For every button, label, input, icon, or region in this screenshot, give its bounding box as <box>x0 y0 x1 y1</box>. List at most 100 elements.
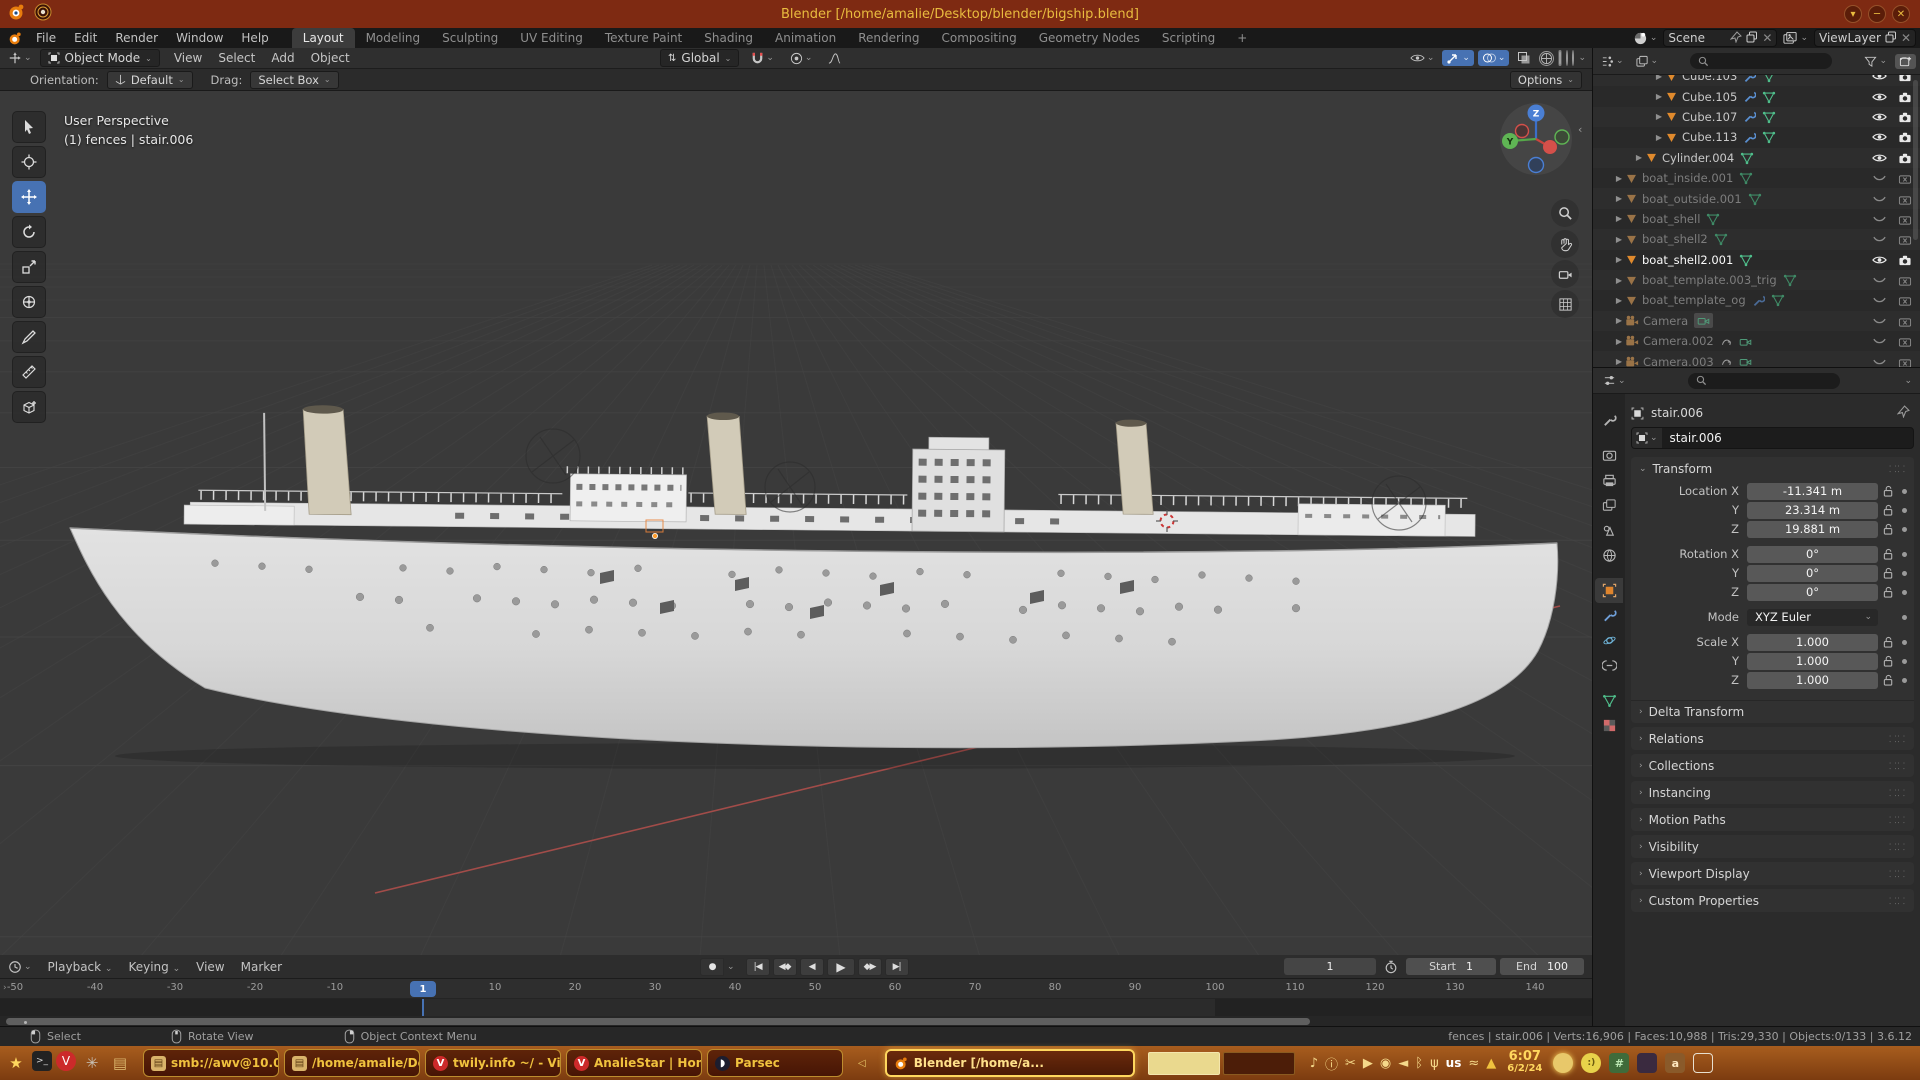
panel-drag-handle[interactable]: ⸬⸬ <box>1889 813 1906 826</box>
properties-tab-object[interactable] <box>1595 578 1623 603</box>
workspace-tab-scripting[interactable]: Scripting <box>1151 28 1226 48</box>
hidden-eye-icon[interactable] <box>1872 315 1887 327</box>
outliner-item-Camera.002[interactable]: ▶Camera.002 <box>1593 331 1920 351</box>
hidden-eye-icon[interactable] <box>1872 274 1887 286</box>
animate-dot[interactable] <box>1898 678 1910 683</box>
animate-dot[interactable] <box>1898 615 1910 620</box>
outliner-item-Cube.105[interactable]: ▶Cube.105 <box>1593 86 1920 106</box>
viewport-menu-object[interactable]: Object <box>303 51 358 65</box>
render-visibility-icon[interactable] <box>1898 111 1912 123</box>
taskbar-task-files[interactable]: ▤/home/amalie/Des... <box>284 1049 420 1077</box>
lock-icon[interactable] <box>1878 586 1898 598</box>
workspace-tab-compositing[interactable]: Compositing <box>930 28 1027 48</box>
render-visibility-icon[interactable] <box>1898 254 1912 266</box>
scene-selector[interactable]: Scene ✕ <box>1663 29 1777 47</box>
visibility-eye-icon[interactable] <box>1872 254 1887 266</box>
hidden-eye-icon[interactable] <box>1872 213 1887 225</box>
panel-header-custom-properties[interactable]: ›Custom Properties⸬⸬ <box>1631 889 1914 912</box>
timeline-ruler[interactable]: › 1 -50-40-30-20-10102030405060708090100… <box>0 979 1592 999</box>
next-keyframe-button[interactable]: ◆▶ <box>858 958 882 976</box>
animate-dot[interactable] <box>1898 571 1910 576</box>
scene-shader-icon[interactable]: ⌄ <box>1633 29 1658 47</box>
outliner-item-Cylinder.004[interactable]: ▶Cylinder.004 <box>1593 148 1920 168</box>
panel-drag-handle[interactable]: ⸬⸬ <box>1889 894 1906 907</box>
lock-icon[interactable] <box>1878 636 1898 648</box>
properties-tab-texture[interactable] <box>1595 713 1623 738</box>
panel-header-visibility[interactable]: ›Visibility⸬⸬ <box>1631 835 1914 858</box>
viewport-canvas[interactable]: User Perspective (1) fences | stair.006 … <box>0 91 1592 955</box>
properties-tab-physics[interactable] <box>1595 628 1623 653</box>
render-visibility-icon[interactable] <box>1898 213 1912 225</box>
delta-transform-panel-header[interactable]: › Delta Transform <box>1631 700 1914 723</box>
viewport-menu-select[interactable]: Select <box>210 51 263 65</box>
animate-dot[interactable] <box>1898 552 1910 557</box>
mode-dropdown-field[interactable]: XYZ Euler⌄ <box>1747 609 1878 626</box>
tool-measure-button[interactable] <box>12 356 46 388</box>
value-field[interactable]: 0° <box>1747 546 1878 563</box>
taskbar-task-vivaldi[interactable]: Vtwily.info ~/ - Vivaldi <box>425 1049 561 1077</box>
render-visibility-icon[interactable] <box>1898 152 1912 164</box>
tool-cursor-button[interactable] <box>12 146 46 178</box>
taskbar-task-parsec[interactable]: ◗Parsec <box>707 1049 843 1077</box>
transform-orientation-dropdown[interactable]: ⇅ Global ⌄ <box>660 49 739 67</box>
jump-to-end-button[interactable]: ▶| <box>885 958 909 976</box>
timeline-scrollbar[interactable] <box>0 1016 1592 1026</box>
timeline-menu-playback[interactable]: Playback ⌄ <box>40 960 121 974</box>
workspace-tab-geometry-nodes[interactable]: Geometry Nodes <box>1028 28 1151 48</box>
remove-viewlayer-icon[interactable]: ✕ <box>1901 31 1911 45</box>
wifi-icon[interactable]: ≈ <box>1468 1056 1479 1071</box>
hidden-eye-icon[interactable] <box>1872 193 1887 205</box>
auto-keying-button[interactable]: ● <box>700 958 724 976</box>
navigation-gizmo[interactable]: Z Y <box>1498 101 1574 177</box>
properties-tab-constraints[interactable] <box>1595 653 1623 678</box>
lock-icon[interactable] <box>1878 485 1898 497</box>
hidden-eye-icon[interactable] <box>1872 233 1887 245</box>
orientation-setting-dropdown[interactable]: Default ⌄ <box>107 71 193 89</box>
workspace-tab-sculpting[interactable]: Sculpting <box>431 28 509 48</box>
play-reverse-button[interactable]: ◀ <box>800 958 824 976</box>
properties-tab-output[interactable] <box>1595 468 1623 493</box>
overlays-toggle[interactable]: ⌄ <box>1478 50 1510 66</box>
outliner-item-boat_template.003_trig[interactable]: ▶boat_template.003_trig <box>1593 270 1920 290</box>
window-outline-icon[interactable] <box>1693 1053 1713 1073</box>
expand-arrow-icon[interactable]: ▶ <box>1653 75 1665 81</box>
outliner-item-Camera.003[interactable]: ▶Camera.003 <box>1593 351 1920 367</box>
panel-header-relations[interactable]: ›Relations⸬⸬ <box>1631 727 1914 750</box>
outliner-item-boat_shell2.001[interactable]: ▶boat_shell2.001 <box>1593 250 1920 270</box>
viewport-menu-add[interactable]: Add <box>263 51 302 65</box>
shade-button[interactable]: ▾ <box>1844 5 1862 23</box>
render-visibility-icon[interactable] <box>1898 274 1912 286</box>
workspace-tab-animation[interactable]: Animation <box>764 28 847 48</box>
panel-drag-handle[interactable]: ⸬⸬ <box>1889 867 1906 880</box>
current-frame-pill[interactable]: 1 <box>410 981 436 997</box>
drag-setting-dropdown[interactable]: Select Box ⌄ <box>250 71 338 89</box>
pan-hand-icon[interactable] <box>1551 230 1579 258</box>
lock-icon[interactable] <box>1878 504 1898 516</box>
animate-dot[interactable] <box>1898 527 1910 532</box>
favorites-icon[interactable]: ★ <box>4 1051 28 1075</box>
render-visibility-icon[interactable] <box>1898 91 1912 103</box>
value-field[interactable]: 0° <box>1747 565 1878 582</box>
render-visibility-icon[interactable] <box>1898 193 1912 205</box>
info-icon[interactable]: ⓘ <box>1325 1054 1338 1073</box>
outliner-item-Cube.103[interactable]: ▶Cube.103 <box>1593 75 1920 86</box>
visibility-eye-icon[interactable] <box>1872 91 1887 103</box>
workspace-2[interactable] <box>1223 1052 1295 1075</box>
render-visibility-icon[interactable] <box>1898 75 1912 82</box>
close-button[interactable]: ✕ <box>1892 5 1910 23</box>
render-visibility-icon[interactable] <box>1898 233 1912 245</box>
workspace-tab-texture-paint[interactable]: Texture Paint <box>594 28 693 48</box>
snap-toggle[interactable]: ⌄ <box>747 51 778 66</box>
workspace-tab-shading[interactable]: Shading <box>693 28 764 48</box>
expand-arrow-icon[interactable]: ▶ <box>1613 296 1625 305</box>
properties-tab-scene[interactable] <box>1595 518 1623 543</box>
properties-tab-object-data[interactable] <box>1595 688 1623 713</box>
panel-header-collections[interactable]: ›Collections⸬⸬ <box>1631 754 1914 777</box>
properties-search-input[interactable] <box>1688 373 1840 389</box>
play-icon[interactable]: ▶ <box>1363 1056 1373 1071</box>
taskbar-task-files[interactable]: ▤smb://awv@10.0.0.... <box>143 1049 279 1077</box>
pin-icon[interactable] <box>1730 31 1742 46</box>
hidden-eye-icon[interactable] <box>1872 356 1887 367</box>
timeline-tracks[interactable] <box>0 999 1592 1016</box>
viewport-menu-view[interactable]: View <box>166 51 210 65</box>
